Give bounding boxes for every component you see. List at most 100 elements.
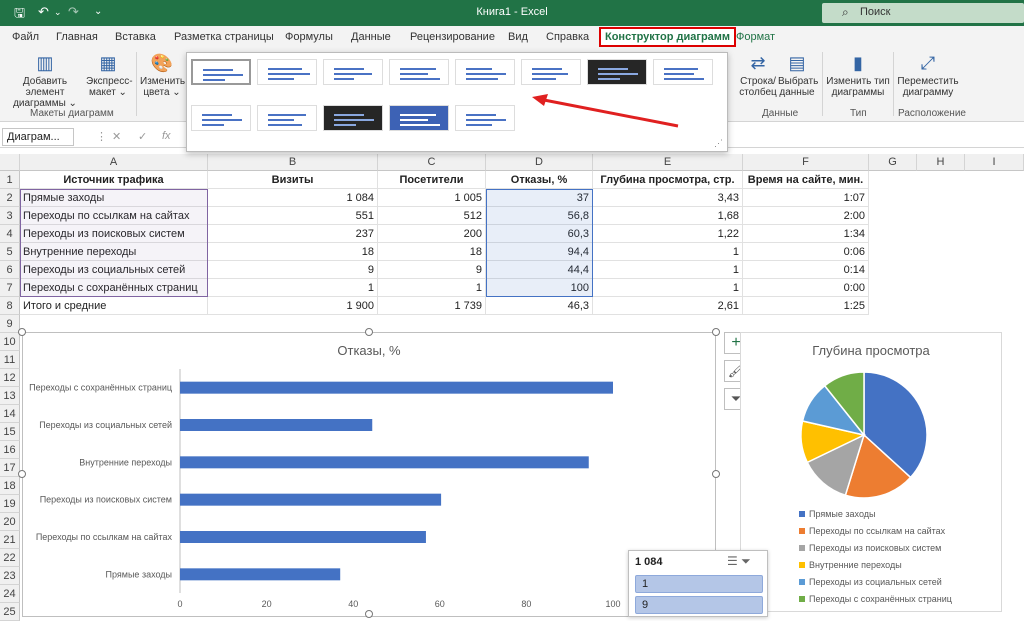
chart-style-6[interactable]: [521, 59, 581, 85]
move-chart-button[interactable]: ⤢ Переместить диаграмму: [896, 52, 960, 98]
table-cell[interactable]: 1: [593, 279, 743, 297]
chart-style-12[interactable]: [389, 105, 449, 131]
table-cell[interactable]: 9: [208, 261, 378, 279]
table-cell[interactable]: 100: [486, 279, 593, 297]
table-cell[interactable]: 3,43: [593, 189, 743, 207]
table-cell[interactable]: 9: [378, 261, 486, 279]
table-cell[interactable]: 46,3: [486, 297, 593, 315]
row-header[interactable]: 16: [0, 441, 20, 459]
tab-format[interactable]: Формат: [736, 31, 775, 43]
table-cell[interactable]: Итого и средние: [20, 297, 208, 315]
table-cell[interactable]: 0:06: [743, 243, 869, 261]
tab-insert[interactable]: Вставка: [115, 31, 156, 43]
row-header[interactable]: 1: [0, 171, 20, 189]
table-cell[interactable]: Переходы с сохранённых страниц: [20, 279, 208, 297]
table-cell[interactable]: Переходы из социальных сетей: [20, 261, 208, 279]
search-box[interactable]: ⌕ Поиск: [822, 3, 1024, 23]
chart-style-11[interactable]: [323, 105, 383, 131]
table-cell[interactable]: 56,8: [486, 207, 593, 225]
column-header[interactable]: I: [965, 154, 1024, 171]
table-header-cell[interactable]: Глубина просмотра, стр.: [593, 171, 743, 189]
column-header[interactable]: A: [20, 154, 208, 171]
chart-style-5[interactable]: [455, 59, 515, 85]
table-cell[interactable]: 551: [208, 207, 378, 225]
table-cell[interactable]: 1:25: [743, 297, 869, 315]
row-header[interactable]: 4: [0, 225, 20, 243]
add-chart-element-button[interactable]: ▥ Добавить элемент диаграммы ⌄: [6, 52, 84, 109]
row-header[interactable]: 13: [0, 387, 20, 405]
chart-style-13[interactable]: [455, 105, 515, 131]
row-header[interactable]: 18: [0, 477, 20, 495]
table-cell[interactable]: 94,4: [486, 243, 593, 261]
table-cell[interactable]: 200: [378, 225, 486, 243]
chart-style-3[interactable]: [323, 59, 383, 85]
table-cell[interactable]: 18: [378, 243, 486, 261]
table-cell[interactable]: 37: [486, 189, 593, 207]
table-cell[interactable]: 1,22: [593, 225, 743, 243]
table-cell[interactable]: Переходы по ссылкам на сайтах: [20, 207, 208, 225]
resize-handle[interactable]: [712, 328, 720, 336]
chart-style-10[interactable]: [257, 105, 317, 131]
filter-item[interactable]: 1: [635, 575, 763, 593]
row-header[interactable]: 14: [0, 405, 20, 423]
column-header[interactable]: F: [743, 154, 869, 171]
tab-file[interactable]: Файл: [12, 31, 39, 43]
table-cell[interactable]: 60,3: [486, 225, 593, 243]
chart-style-8[interactable]: [653, 59, 713, 85]
chart-style-9[interactable]: [191, 105, 251, 131]
row-header[interactable]: 22: [0, 549, 20, 567]
table-header-cell[interactable]: Источник трафика: [20, 171, 208, 189]
function-icon[interactable]: fx: [162, 130, 171, 142]
table-cell[interactable]: 1: [378, 279, 486, 297]
table-cell[interactable]: 0:14: [743, 261, 869, 279]
bar[interactable]: [180, 381, 613, 394]
resize-handle[interactable]: [18, 328, 26, 336]
table-cell[interactable]: Прямые заходы: [20, 189, 208, 207]
table-cell[interactable]: 1 084: [208, 189, 378, 207]
column-header[interactable]: D: [486, 154, 593, 171]
resize-handle[interactable]: [365, 328, 373, 336]
resize-grip-icon[interactable]: ⋰: [714, 138, 723, 149]
tab-review[interactable]: Рецензирование: [410, 31, 495, 43]
tab-home[interactable]: Главная: [56, 31, 98, 43]
change-colors-button[interactable]: 🎨 Изменить цвета ⌄: [140, 52, 185, 98]
column-header[interactable]: B: [208, 154, 378, 171]
chart-style-1[interactable]: [191, 59, 251, 85]
select-all-corner[interactable]: [0, 154, 20, 171]
tab-chart-design[interactable]: Конструктор диаграмм: [599, 27, 737, 47]
chart-style-4[interactable]: [389, 59, 449, 85]
tab-data[interactable]: Данные: [351, 31, 391, 43]
select-data-button[interactable]: ▤ Выбрать данные: [778, 52, 818, 98]
resize-handle[interactable]: [18, 470, 26, 478]
row-header[interactable]: 11: [0, 351, 20, 369]
table-cell[interactable]: 237: [208, 225, 378, 243]
filter-item[interactable]: 9: [635, 596, 763, 614]
tab-help[interactable]: Справка: [546, 31, 589, 43]
table-cell[interactable]: 2:00: [743, 207, 869, 225]
bar-chart[interactable]: Отказы, % Прямые заходы Переходы по ссылк…: [22, 332, 716, 617]
table-header-cell[interactable]: Время на сайте, мин.: [743, 171, 869, 189]
table-header-cell[interactable]: Посетители: [378, 171, 486, 189]
table-cell[interactable]: 18: [208, 243, 378, 261]
table-header-cell[interactable]: Визиты: [208, 171, 378, 189]
table-cell[interactable]: Внутренние переходы: [20, 243, 208, 261]
bar[interactable]: [180, 568, 341, 581]
row-header[interactable]: 20: [0, 513, 20, 531]
chart-style-2[interactable]: [257, 59, 317, 85]
name-box[interactable]: Диаграм...: [2, 128, 74, 146]
quick-layout-button[interactable]: ▦ Экспресс-макет ⌄: [86, 52, 133, 98]
table-cell[interactable]: Переходы из поисковых систем: [20, 225, 208, 243]
bar[interactable]: [180, 456, 589, 469]
row-header[interactable]: 19: [0, 495, 20, 513]
row-header[interactable]: 23: [0, 567, 20, 585]
tab-formulas[interactable]: Формулы: [285, 31, 333, 43]
column-header[interactable]: C: [378, 154, 486, 171]
enter-icon[interactable]: ✓: [138, 130, 147, 143]
table-cell[interactable]: 44,4: [486, 261, 593, 279]
table-cell[interactable]: 2,61: [593, 297, 743, 315]
tab-page-layout[interactable]: Разметка страницы: [174, 31, 274, 43]
row-header[interactable]: 24: [0, 585, 20, 603]
chart-style-7[interactable]: [587, 59, 647, 85]
row-header[interactable]: 7: [0, 279, 20, 297]
table-cell[interactable]: 1 739: [378, 297, 486, 315]
